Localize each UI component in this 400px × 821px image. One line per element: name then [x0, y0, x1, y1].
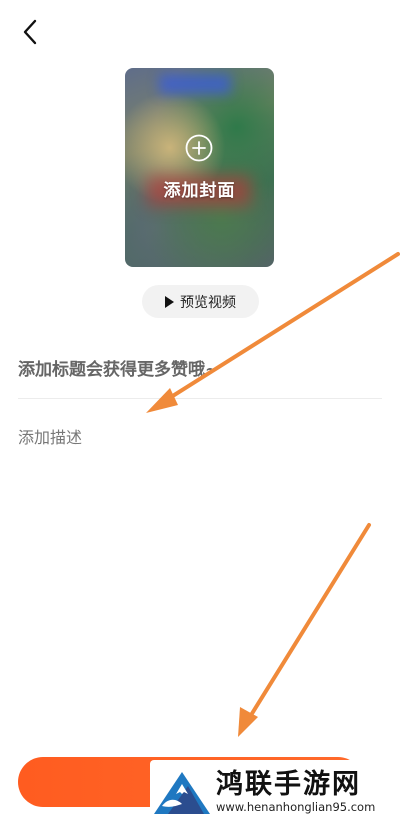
watermark: 鸿联手游网 www.henanhonglian95.com: [150, 760, 396, 818]
description-input[interactable]: 添加描述: [18, 424, 82, 448]
plus-circle-icon: [185, 134, 213, 162]
arrow-to-publish: [238, 523, 371, 737]
divider: [18, 398, 382, 399]
add-cover-label: 添加封面: [163, 181, 236, 201]
cover-thumbnail-blur: [159, 74, 231, 94]
arrow-to-description: [146, 252, 400, 413]
play-icon: [165, 295, 174, 308]
preview-video-button[interactable]: 预览视频: [142, 285, 259, 318]
title-input[interactable]: 添加标题会获得更多赞哦~: [18, 355, 382, 380]
chevron-left-icon: [23, 19, 37, 45]
back-button[interactable]: [14, 16, 46, 48]
watermark-logo: [154, 772, 210, 814]
add-cover-button[interactable]: 添加封面: [125, 68, 274, 267]
watermark-url: www.henanhonglian95.com: [216, 800, 376, 814]
watermark-name: 鸿联手游网: [216, 769, 361, 800]
preview-video-label: 预览视频: [180, 294, 236, 311]
